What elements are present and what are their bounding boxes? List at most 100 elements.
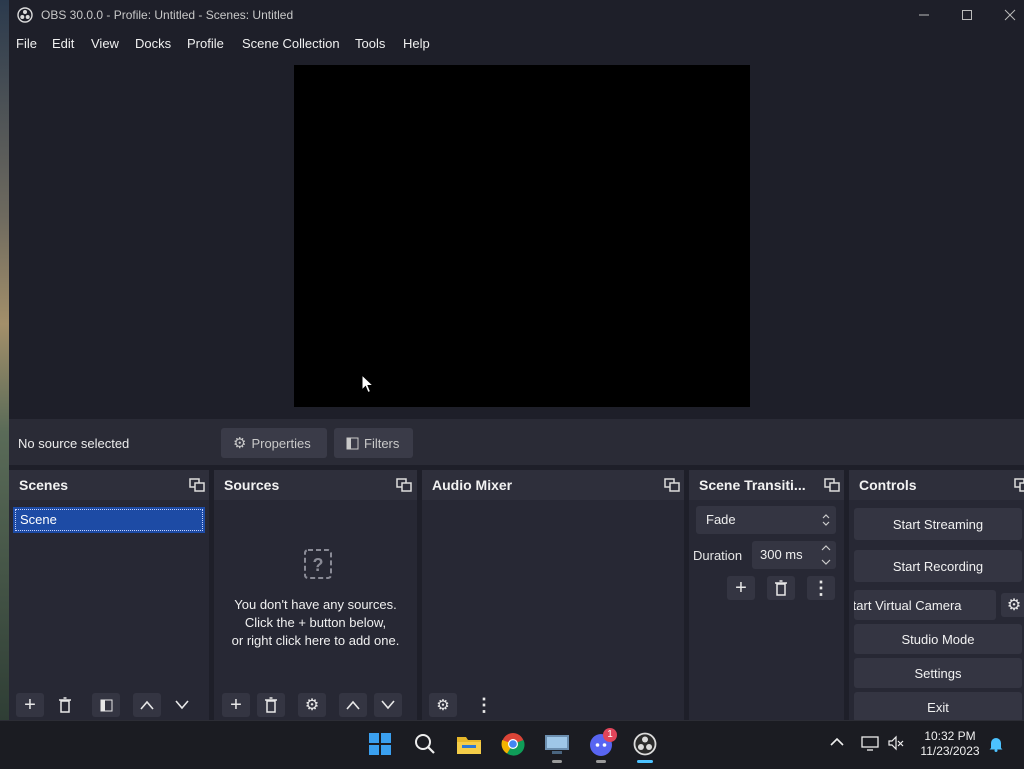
sources-toolbar: + ⚙ <box>214 692 417 720</box>
settings-button[interactable]: Settings <box>854 658 1022 688</box>
sources-empty-message: You don't have any sources. Click the + … <box>214 596 417 650</box>
maximize-button[interactable] <box>947 4 987 26</box>
spin-arrows-icon[interactable] <box>821 544 831 566</box>
undock-icon[interactable] <box>189 478 205 492</box>
properties-label: Properties <box>251 435 311 451</box>
menu-docks[interactable]: Docks <box>135 36 171 51</box>
controls-title: Controls <box>859 477 917 493</box>
transition-select[interactable]: Fade <box>696 506 836 534</box>
chrome-button[interactable] <box>499 730 527 758</box>
trash-icon <box>59 697 71 713</box>
bell-icon <box>989 738 1003 752</box>
add-transition-button[interactable]: + <box>727 576 755 600</box>
menu-help[interactable]: Help <box>403 36 430 51</box>
obs-active-indicator <box>637 760 653 763</box>
discord-running-indicator <box>596 760 606 763</box>
audio-mixer-toolbar: ⚙ ⋮ <box>422 692 684 720</box>
sources-dock[interactable]: Sources ? You don't have any sources. Cl… <box>214 470 417 720</box>
discord-badge: 1 <box>603 728 617 742</box>
volume-button[interactable] <box>887 735 905 754</box>
close-button[interactable] <box>990 4 1024 26</box>
controls-dock-header: Controls <box>849 470 1024 500</box>
filters-label: Filters <box>364 435 400 451</box>
start-virtual-camera-button[interactable]: Start Virtual Camera <box>854 590 996 620</box>
duration-spinbox[interactable]: 300 ms <box>752 541 836 569</box>
menu-view[interactable]: View <box>91 36 119 51</box>
source-move-down-button[interactable] <box>374 693 402 717</box>
preview-canvas[interactable] <box>294 65 750 407</box>
obs-logo-icon <box>17 7 33 23</box>
start-streaming-button[interactable]: Start Streaming <box>854 508 1022 540</box>
properties-button[interactable]: ⚙ Properties <box>221 428 327 458</box>
notifications-button[interactable] <box>988 736 1004 755</box>
menu-edit[interactable]: Edit <box>52 36 74 51</box>
clock-date: 11/23/2023 <box>920 744 980 758</box>
scene-list-item[interactable]: Scene <box>13 507 205 533</box>
plus-icon: + <box>735 576 747 599</box>
menu-scene-collection[interactable]: Scene Collection <box>242 36 340 51</box>
exit-button[interactable]: Exit <box>854 692 1022 722</box>
gears-icon: ⚙ <box>436 697 450 714</box>
menu-tools[interactable]: Tools <box>355 36 385 51</box>
obs-taskbar-button[interactable] <box>631 730 659 758</box>
kebab-menu-icon: ⋮ <box>475 694 493 715</box>
remote-desktop-button[interactable] <box>543 730 571 758</box>
network-status-button[interactable] <box>861 735 879 754</box>
duration-label: Duration <box>693 548 743 563</box>
obs-window: OBS 30.0.0 - Profile: Untitled - Scenes:… <box>9 0 1024 722</box>
file-explorer-button[interactable] <box>455 730 483 758</box>
empty-line-3: or right click here to add one. <box>231 633 400 648</box>
start-button[interactable] <box>366 730 394 758</box>
scene-move-up-button[interactable] <box>133 693 161 717</box>
audio-mixer-dock-header: Audio Mixer <box>422 470 684 500</box>
windows-logo-icon <box>369 733 391 755</box>
filters-icon <box>346 437 359 449</box>
search-icon <box>415 734 435 754</box>
start-recording-button[interactable]: Start Recording <box>854 550 1022 582</box>
plus-icon: + <box>230 693 242 716</box>
gear-icon: ⚙ <box>304 697 320 714</box>
advanced-audio-button[interactable]: ⚙ <box>429 693 457 717</box>
search-button[interactable] <box>411 730 439 758</box>
filters-button[interactable]: Filters <box>334 428 413 458</box>
undock-icon[interactable] <box>664 478 680 492</box>
monitor-icon <box>545 735 569 754</box>
show-hidden-icons-button[interactable] <box>830 736 844 751</box>
menu-file[interactable]: File <box>16 36 37 51</box>
add-scene-button[interactable]: + <box>16 693 44 717</box>
updown-arrow-icon <box>822 514 830 526</box>
studio-mode-button[interactable]: Studio Mode <box>854 624 1022 654</box>
no-source-label: No source selected <box>18 436 130 451</box>
plus-icon: + <box>24 693 36 716</box>
scene-move-down-button[interactable] <box>168 693 196 717</box>
transition-selected-value: Fade <box>706 512 736 527</box>
kebab-menu-icon: ⋮ <box>812 577 830 598</box>
add-source-button[interactable]: + <box>222 693 250 717</box>
virtual-camera-settings-button[interactable]: ⚙ <box>1001 593 1024 617</box>
source-move-up-button[interactable] <box>339 693 367 717</box>
remove-transition-button[interactable] <box>767 576 795 600</box>
audio-mixer-menu-button[interactable]: ⋮ <box>470 693 498 717</box>
scene-filters-button[interactable] <box>92 693 120 717</box>
svg-text:?: ? <box>313 555 324 575</box>
undock-icon[interactable] <box>396 478 412 492</box>
remove-source-button[interactable] <box>257 693 285 717</box>
source-toolbar <box>9 419 1024 465</box>
clock-time: 10:32 PM <box>924 729 976 743</box>
minimize-button[interactable] <box>904 4 944 26</box>
undock-icon[interactable] <box>1014 478 1024 492</box>
gear-icon: ⚙ <box>1006 597 1022 614</box>
trash-icon <box>775 580 787 596</box>
taskbar-clock[interactable]: 10:32 PM 11/23/2023 <box>916 729 984 759</box>
mouse-cursor-icon <box>361 374 375 394</box>
remove-scene-button[interactable] <box>51 693 79 717</box>
desktop-wallpaper-left <box>0 0 9 720</box>
undock-icon[interactable] <box>824 478 840 492</box>
source-properties-button[interactable]: ⚙ <box>298 693 326 717</box>
menu-profile[interactable]: Profile <box>187 36 224 51</box>
transition-properties-button[interactable]: ⋮ <box>807 576 835 600</box>
trash-icon <box>265 697 277 713</box>
empty-line-2: Click the + button below, <box>244 615 387 630</box>
maximize-icon <box>962 10 972 20</box>
chevron-down-icon <box>175 700 189 710</box>
